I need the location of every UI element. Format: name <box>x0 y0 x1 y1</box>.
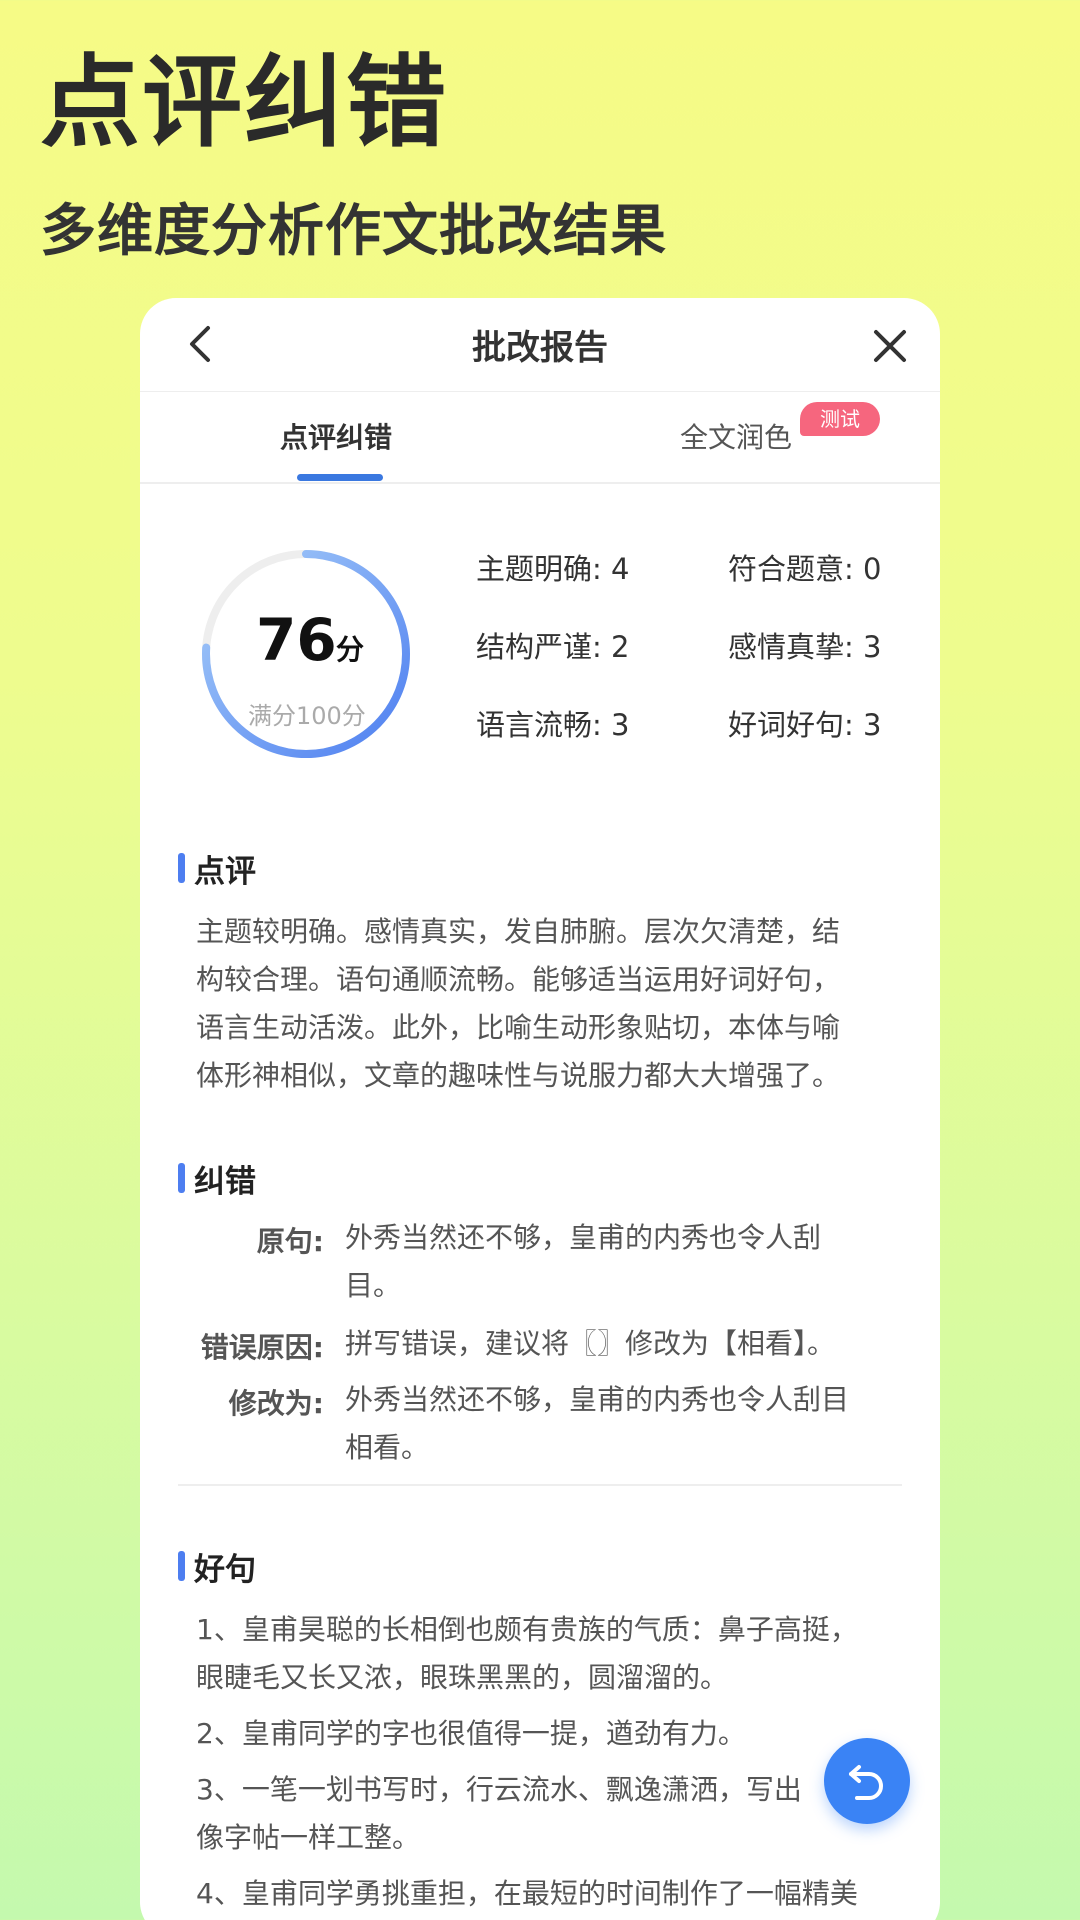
correction-heading: 纠错 <box>178 1156 256 1201</box>
comment-line: 主题较明确。感情真实，发自肺腑。层次欠清楚，结 <box>196 915 841 948</box>
undo-icon <box>849 1765 883 1800</box>
metric-emotion: 感情真挚: 3 <box>728 630 882 664</box>
comment-line: 体形神相似，文章的趣味性与说服力都大大增强了。 <box>196 1059 841 1092</box>
fix-line: 相看。 <box>345 1431 430 1464</box>
section-divider <box>178 1484 902 1486</box>
original-text: 外秀当然还不够，皇甫的内秀也令人刮 目。 <box>345 1214 885 1310</box>
tab-active-indicator <box>297 474 383 481</box>
score-section: 76 分 满分100分 主题明确: 4 符合题意: 0 结构严谨: 2 感情真挚… <box>140 484 940 814</box>
fix-line: 外秀当然还不够，皇甫的内秀也令人刮目 <box>345 1383 850 1416</box>
comment-heading: 点评 <box>178 846 256 891</box>
comment-text: 主题较明确。感情真实，发自肺腑。层次欠清楚，结 构较合理。语句通顺流畅。能够适当… <box>196 908 896 1100</box>
fix-label: 修改为: <box>228 1387 324 1420</box>
report-card: 批改报告 点评纠错 全文润色 测试 76 分 满分100分 主题明确: 4 符合… <box>140 298 940 1920</box>
top-bar: 批改报告 <box>140 298 940 392</box>
score-unit: 分 <box>336 633 365 666</box>
good-sentence-line: 像字帖一样工整。 <box>196 1821 421 1854</box>
score-full: 满分100分 <box>248 702 366 730</box>
comment-line: 构较合理。语句通顺流畅。能够适当运用好词好句， <box>196 963 841 996</box>
good-sentence-line: 眼睫毛又长又浓，眼珠黑黑的，圆溜溜的。 <box>196 1661 729 1694</box>
original-line: 外秀当然还不够，皇甫的内秀也令人刮 <box>345 1221 822 1254</box>
comment-line: 语言生动活泼。此外，比喻生动形象贴切，本体与喻 <box>196 1011 841 1044</box>
good-sentence-line: 3、一笔一划书写时，行云流水、飘逸潇洒，写出 <box>196 1773 802 1806</box>
hero-subtitle: 多维度分析作文批改结果 <box>40 199 667 264</box>
good-sentences-text: 1、皇甫昊聪的长相倒也颇有贵族的气质：鼻子高挺， 眼睫毛又长又浓，眼珠黑黑的，圆… <box>196 1606 896 1918</box>
metric-theme: 主题明确: 4 <box>476 552 630 586</box>
undo-button[interactable] <box>824 1738 910 1824</box>
original-line: 目。 <box>345 1269 402 1302</box>
metric-phrases: 好词好句: 3 <box>728 708 882 742</box>
tab-polish[interactable]: 全文润色 <box>680 416 792 456</box>
page-title: 批改报告 <box>472 328 608 368</box>
metric-structure: 结构严谨: 2 <box>476 630 630 664</box>
good-sentence-line: 1、皇甫昊聪的长相倒也颇有贵族的气质：鼻子高挺， <box>196 1613 858 1646</box>
reason-label: 错误原因: <box>200 1331 324 1364</box>
score-value: 76 <box>256 606 337 674</box>
fix-text: 外秀当然还不够，皇甫的内秀也令人刮目 相看。 <box>345 1376 885 1472</box>
original-label: 原句: <box>256 1225 324 1258</box>
good-sentences-heading: 好句 <box>178 1544 256 1589</box>
reason-text: 拼写错误，建议将〖〗修改为【相看】。 <box>345 1327 836 1360</box>
tab-bar: 点评纠错 全文润色 测试 <box>140 392 940 484</box>
close-icon[interactable] <box>870 326 910 366</box>
metric-language: 语言流畅: 3 <box>476 708 630 742</box>
good-sentence-line: 4、皇甫同学勇挑重担，在最短的时间制作了一幅精美 <box>196 1877 858 1910</box>
test-badge: 测试 <box>800 402 880 436</box>
metric-relevance: 符合题意: 0 <box>728 552 882 586</box>
tab-review[interactable]: 点评纠错 <box>280 416 392 456</box>
good-sentence-line: 2、皇甫同学的字也很值得一提，遒劲有力。 <box>196 1717 746 1750</box>
hero-title: 点评纠错 <box>40 44 448 161</box>
